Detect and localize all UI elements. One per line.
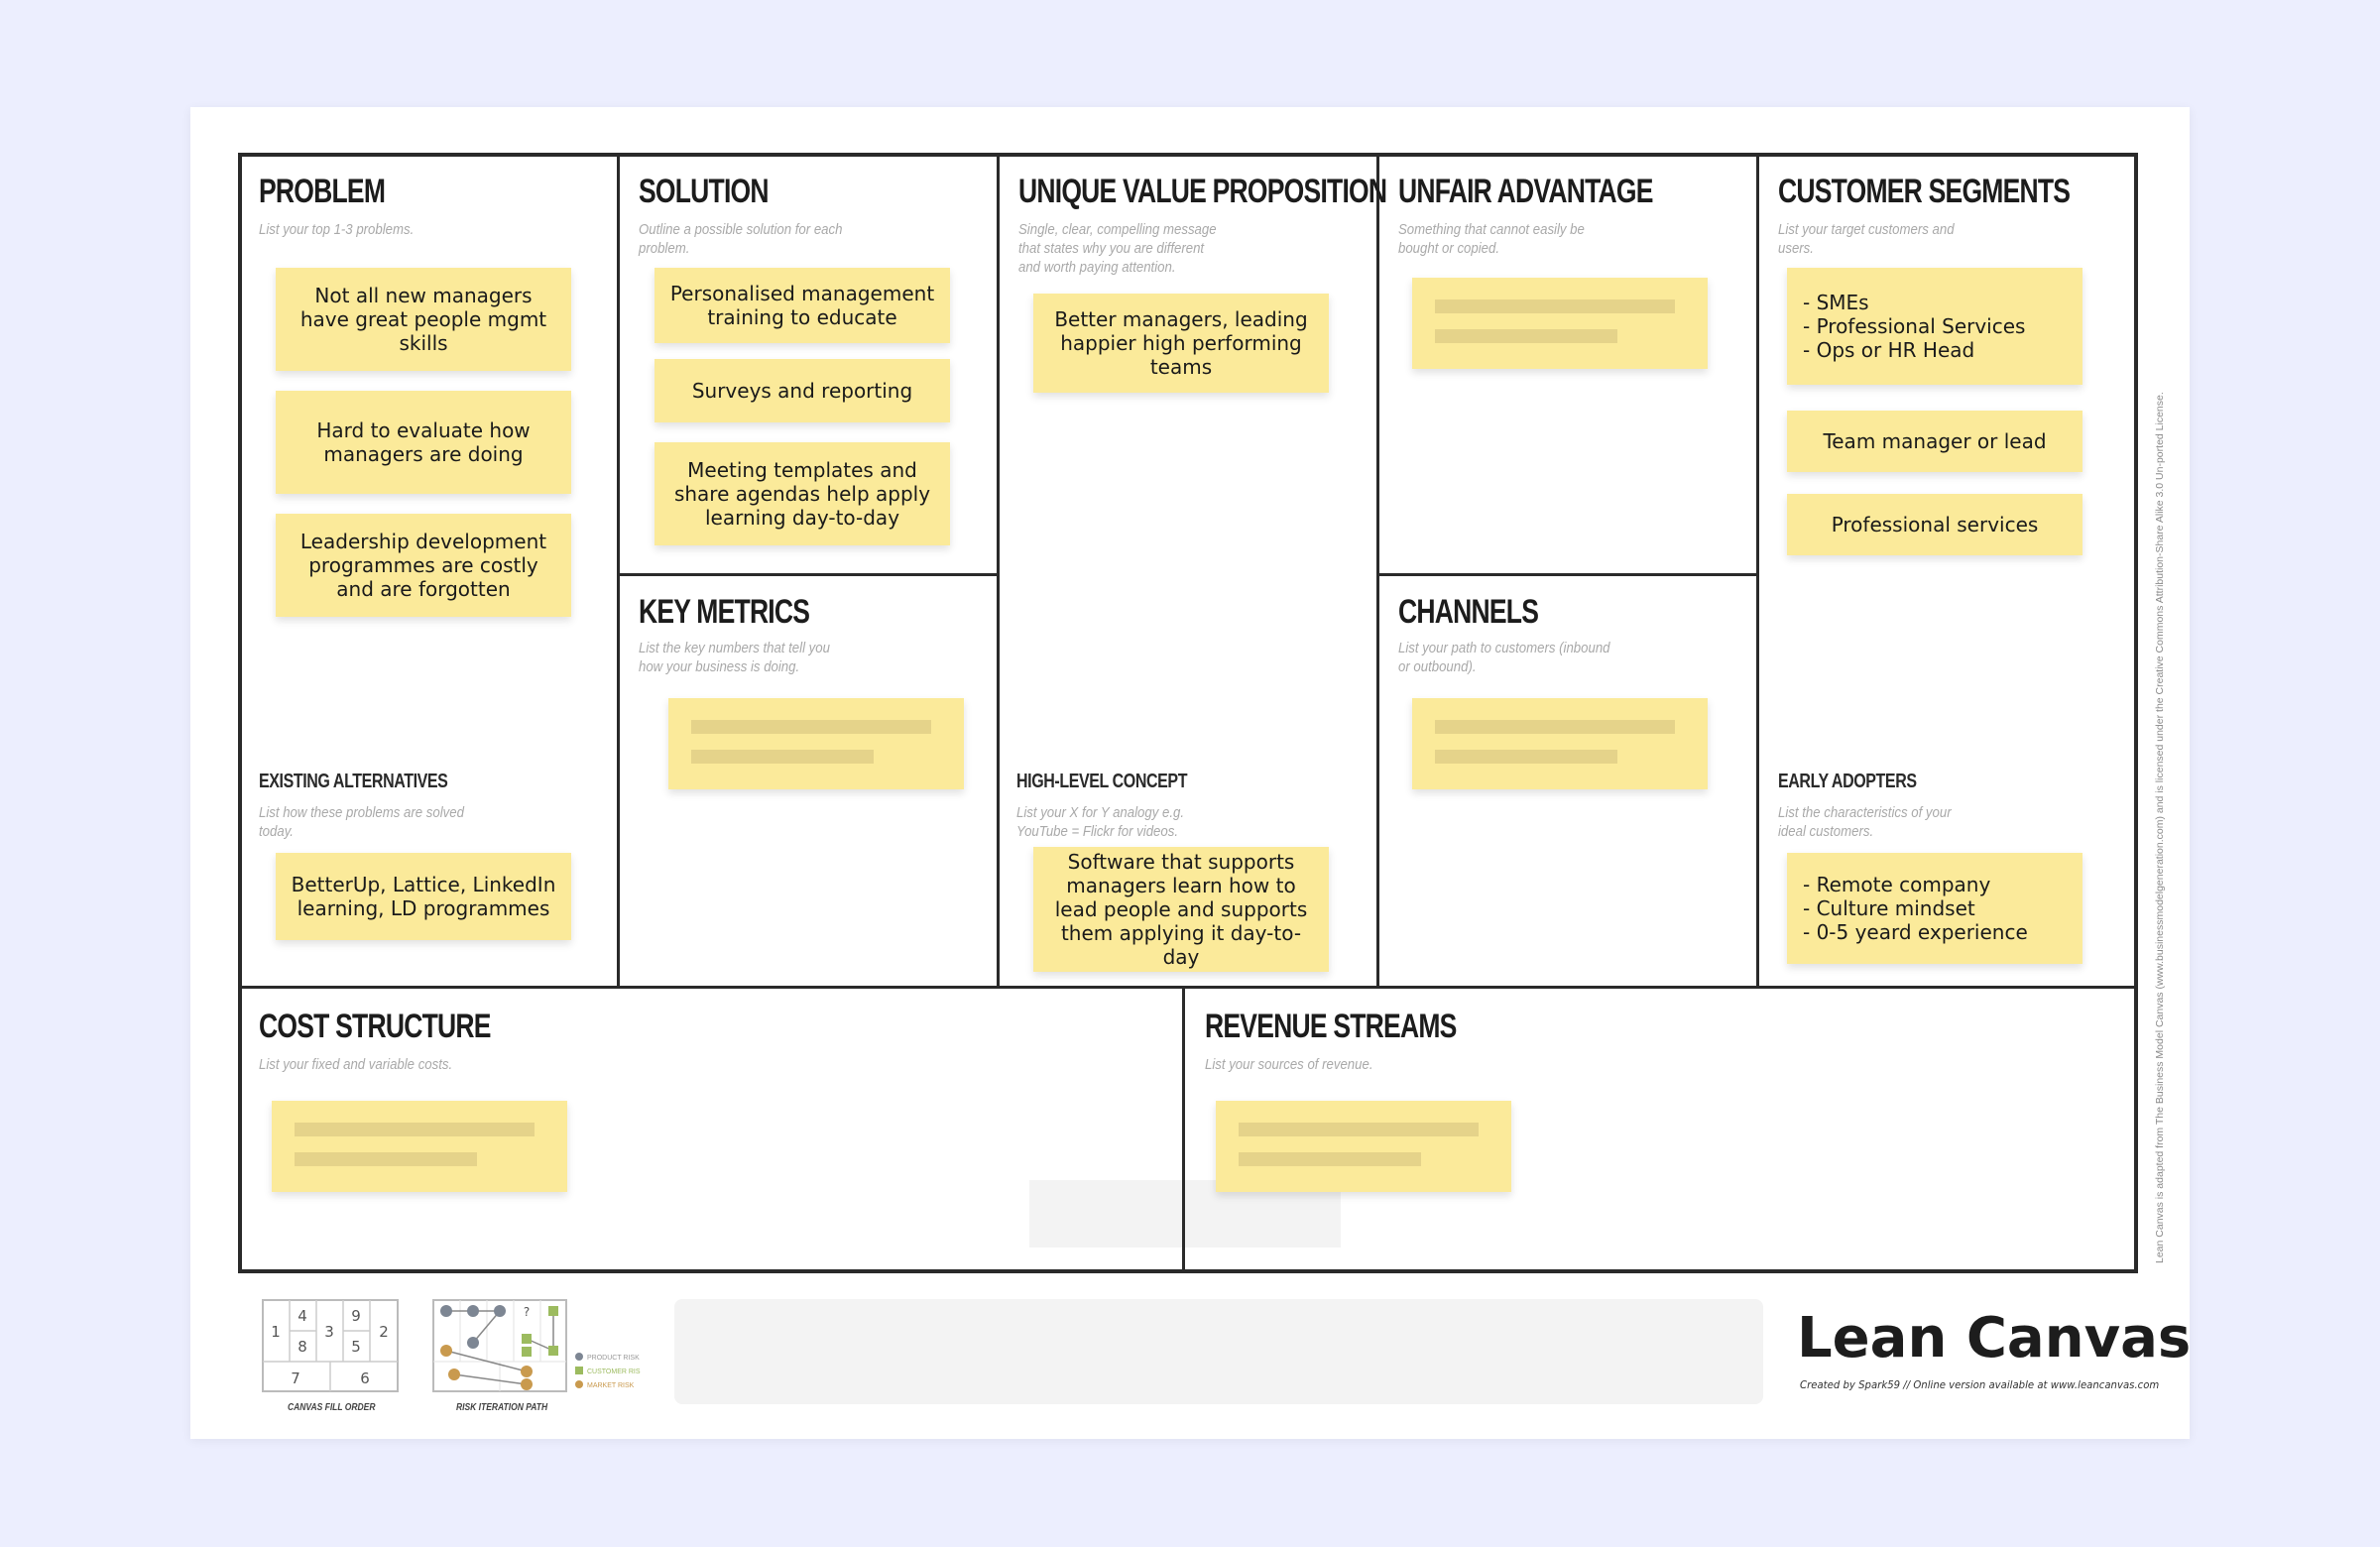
canvas-fill-order-diagram: 1 4 8 3 9 5 2 7 6 CANVAS FILL ORDER — [262, 1299, 401, 1413]
sticky-note[interactable]: Professional services — [1787, 494, 2082, 555]
section-hint: Single, clear, compelling message that s… — [1018, 221, 1217, 276]
divider — [238, 986, 2138, 989]
section-hint: List the key numbers that tell you how y… — [639, 640, 830, 675]
product-risk-marker — [467, 1305, 479, 1317]
placeholder-line — [295, 1123, 535, 1136]
fill-order-number: 1 — [271, 1323, 281, 1341]
legend-product-icon — [575, 1353, 583, 1361]
unknown-risk-marker: ? — [524, 1305, 530, 1319]
market-risk-marker — [521, 1378, 533, 1390]
product-risk-marker — [467, 1337, 479, 1349]
legend-product-label: PRODUCT RISK — [587, 1355, 640, 1362]
placeholder-line — [691, 720, 931, 734]
divider — [617, 153, 620, 988]
placeholder-line — [1239, 1123, 1479, 1136]
divider — [617, 573, 1000, 576]
section-title: UNFAIR ADVANTAGE — [1398, 173, 1653, 210]
empty-sticky-note[interactable] — [1412, 698, 1708, 789]
section-hint: List your sources of revenue. — [1205, 1056, 1373, 1073]
divider — [1376, 573, 1759, 576]
risk-iteration-path-diagram: ? PRODUCT RISK CUSTOMER RISK MARKET RISK… — [432, 1299, 646, 1413]
product-risk-marker — [440, 1305, 452, 1317]
footer-placeholder — [674, 1299, 1763, 1404]
section-hint: List your fixed and variable costs. — [259, 1056, 453, 1073]
section-title: CHANNELS — [1398, 593, 1539, 631]
fill-order-label: CANVAS FILL ORDER — [288, 1402, 376, 1413]
placeholder-line — [691, 750, 874, 764]
placeholder-line — [1435, 329, 1617, 343]
sticky-note[interactable]: Software that supports managers learn ho… — [1033, 847, 1329, 972]
sticky-note[interactable]: Hard to evaluate how managers are doing — [276, 391, 571, 494]
section-hint: List your path to customers (inbound or … — [1398, 640, 1610, 675]
divider — [1756, 153, 1759, 988]
empty-sticky-note[interactable] — [1412, 278, 1708, 369]
placeholder-line — [1239, 1152, 1421, 1166]
section-title: EXISTING ALTERNATIVES — [259, 771, 448, 792]
fill-order-grid: 1 4 8 3 9 5 2 7 6 — [262, 1299, 399, 1392]
customer-risk-marker — [548, 1346, 558, 1356]
customer-risk-marker — [548, 1306, 558, 1316]
section-title: CUSTOMER SEGMENTS — [1778, 173, 2071, 210]
fill-order-number: 3 — [324, 1323, 334, 1341]
fill-order-number: 4 — [298, 1307, 307, 1325]
customer-risk-marker — [522, 1347, 532, 1357]
risk-path-chart: ? PRODUCT RISK CUSTOMER RISK MARKET RISK — [432, 1299, 646, 1392]
section-title: HIGH-LEVEL CONCEPT — [1016, 771, 1188, 792]
placeholder-line — [1435, 299, 1675, 313]
lean-canvas-logo: Lean Canvas — [1797, 1306, 2192, 1370]
fill-order-number: 9 — [351, 1307, 361, 1325]
empty-sticky-note[interactable] — [1216, 1101, 1511, 1192]
empty-sticky-note[interactable] — [272, 1101, 567, 1192]
section-title: REVENUE STREAMS — [1205, 1008, 1457, 1045]
section-hint: List your X for Y analogy e.g. YouTube =… — [1016, 804, 1185, 840]
customer-risk-marker — [522, 1334, 532, 1344]
product-risk-marker — [494, 1305, 506, 1317]
section-title: KEY METRICS — [639, 593, 810, 631]
sticky-note[interactable]: Better managers, leading happier high pe… — [1033, 294, 1329, 393]
placeholder-line — [295, 1152, 477, 1166]
section-hint: List your top 1-3 problems. — [259, 221, 415, 238]
sticky-note[interactable]: Not all new managers have great people m… — [276, 268, 571, 371]
section-title: PROBLEM — [259, 173, 386, 210]
legend-customer-label: CUSTOMER RISK — [587, 1368, 641, 1375]
section-hint: Something that cannot easily be bought o… — [1398, 221, 1585, 257]
sticky-note[interactable]: Team manager or lead — [1787, 411, 2082, 472]
sticky-note[interactable]: BetterUp, Lattice, LinkedIn learning, LD… — [276, 853, 571, 940]
market-risk-marker — [440, 1345, 452, 1357]
fill-order-number: 5 — [351, 1338, 361, 1356]
fill-order-number: 2 — [379, 1323, 389, 1341]
sticky-note[interactable]: Personalised management training to educ… — [654, 268, 950, 343]
license-text: Lean Canvas is adapted from The Business… — [2154, 392, 2166, 1263]
section-hint: List your target customers and users. — [1778, 221, 1955, 257]
sticky-note[interactable]: - SMEs - Professional Services - Ops or … — [1787, 268, 2082, 385]
section-title: UNIQUE VALUE PROPOSITION — [1018, 173, 1387, 210]
section-title: SOLUTION — [639, 173, 770, 210]
fill-order-number: 6 — [360, 1369, 370, 1387]
section-hint: Outline a possible solution for each pro… — [639, 221, 843, 257]
divider — [1182, 1180, 1185, 1248]
section-title: COST STRUCTURE — [259, 1008, 491, 1045]
legend-market-label: MARKET RISK — [587, 1382, 635, 1389]
fill-order-number: 7 — [291, 1369, 300, 1387]
legend-customer-icon — [575, 1367, 583, 1374]
fill-order-number: 8 — [298, 1338, 307, 1356]
placeholder-line — [1435, 720, 1675, 734]
section-title: EARLY ADOPTERS — [1778, 771, 1917, 792]
empty-sticky-note[interactable] — [668, 698, 964, 789]
section-hint: List the characteristics of your ideal c… — [1778, 804, 1952, 840]
sticky-note[interactable]: Meeting templates and share agendas help… — [654, 442, 950, 545]
market-risk-marker — [521, 1366, 533, 1377]
legend-market-icon — [575, 1380, 583, 1388]
market-risk-marker — [448, 1368, 460, 1380]
sticky-note[interactable]: Leadership development programmes are co… — [276, 514, 571, 617]
divider — [997, 153, 1000, 988]
sticky-note[interactable]: - Remote company - Culture mindset - 0-5… — [1787, 853, 2082, 964]
risk-path-label: RISK ITERATION PATH — [456, 1402, 548, 1413]
brand-credit: Created by Spark59 // Online version ava… — [1800, 1378, 2160, 1391]
divider — [1376, 153, 1379, 988]
section-hint: List how these problems are solved today… — [259, 804, 464, 840]
placeholder-line — [1435, 750, 1617, 764]
sticky-note[interactable]: Surveys and reporting — [654, 359, 950, 422]
